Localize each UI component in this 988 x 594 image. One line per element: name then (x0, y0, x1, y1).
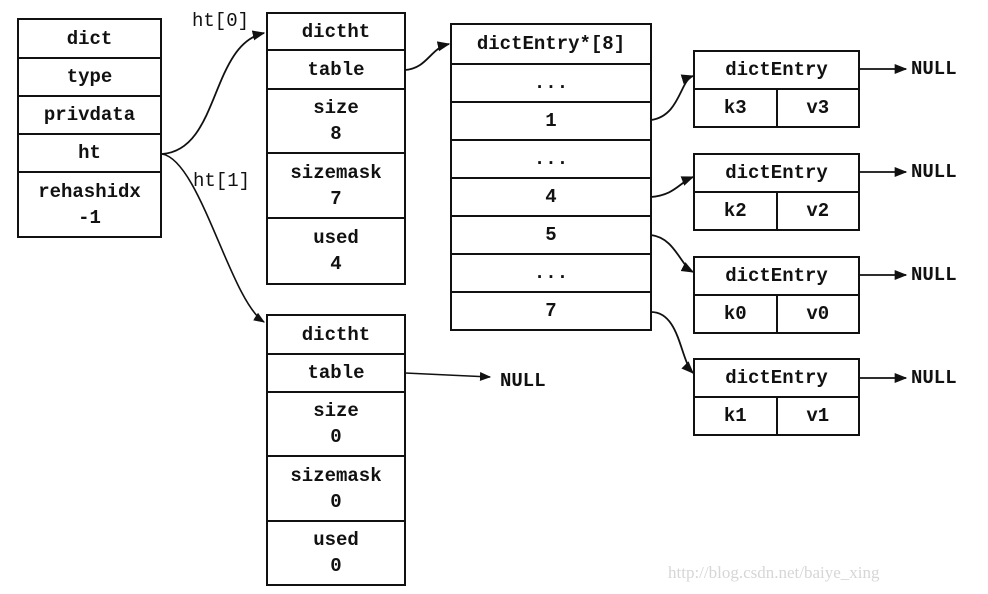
bucket-slot: 1 (452, 103, 650, 141)
ht0-dictht: dictht table size 8 sizemask 7 used 4 (266, 12, 406, 285)
entry-value: v3 (806, 97, 830, 119)
ht0-sizemask-label: sizemask (290, 161, 382, 184)
ht0-title: dictht (268, 14, 404, 51)
ht1-title: dictht (268, 316, 404, 355)
dict-field-rehashidx: rehashidx -1 (19, 173, 160, 236)
entry-value: v0 (806, 303, 830, 325)
entry-key: k3 (695, 90, 778, 126)
arrow-slot4 (650, 176, 695, 198)
dict-field-type: type (19, 59, 160, 97)
entry-key: k2 (695, 193, 778, 229)
ht1-table-null: NULL (500, 370, 546, 392)
entry-next-null: NULL (911, 161, 957, 183)
entry-key: k0 (695, 296, 778, 332)
entry-value: v2 (806, 200, 830, 222)
ht0-size-label: size (313, 97, 359, 119)
arrow-slot1 (650, 74, 695, 121)
ht0-sizemask: sizemask 7 (268, 154, 404, 219)
rehashidx-label: rehashidx (38, 180, 141, 203)
dict-entry-k2: dictEntry k2 v2 (693, 153, 860, 231)
ht0-sizemask-value: 7 (330, 187, 342, 210)
ht1-size: size 0 (268, 393, 404, 457)
entry-value: v1 (806, 405, 830, 427)
arrow-ht0-table (404, 41, 451, 71)
bucket-slot: 7 (545, 300, 557, 322)
dict-entry-k1: dictEntry k1 v1 (693, 358, 860, 436)
dict-entry-k3: dictEntry k3 v3 (693, 50, 860, 128)
bucket-slot: ... (452, 141, 650, 179)
ht1-sizemask-value: 0 (330, 490, 342, 513)
entry-next-null: NULL (911, 367, 957, 389)
dict-title: dict (19, 20, 160, 59)
bucket-slot: 5 (452, 217, 650, 255)
ht1-sizemask: sizemask 0 (268, 457, 404, 522)
ht1-used: used 0 (268, 522, 404, 584)
entry-next-null: NULL (911, 264, 957, 286)
bucket-array-title: dictEntry*[8] (452, 25, 650, 65)
entry-title: dictEntry (695, 52, 858, 90)
arrow-slot5 (650, 234, 695, 273)
entry-title: dictEntry (695, 258, 858, 296)
arrow-ht0 (161, 30, 266, 155)
dict-field-privdata: privdata (19, 97, 160, 135)
arrow-ht1-table-null (404, 372, 492, 382)
entry-title: dictEntry (695, 155, 858, 193)
bucket-slot: ... (452, 65, 650, 103)
entry-key: k1 (695, 398, 778, 434)
ht1-size-label: size (313, 400, 359, 422)
arrow-slot7 (650, 311, 694, 374)
entry-next-null: NULL (911, 58, 957, 80)
ht1-dictht: dictht table size 0 sizemask 0 used 0 (266, 314, 406, 586)
ht0-used-value: 4 (330, 253, 342, 275)
watermark: http://blog.csdn.net/baiye_xing (668, 563, 880, 582)
ht0-used: used 4 (268, 219, 404, 283)
ht0-size: size 8 (268, 90, 404, 154)
ht1-used-label: used (313, 529, 359, 551)
redis-dict-diagram: dict type privdata ht rehashidx -1 ht[0]… (0, 0, 988, 594)
ht0-used-label: used (313, 227, 359, 249)
ht1-used-value: 0 (330, 555, 342, 577)
ht0-label: ht[0] (192, 10, 250, 32)
entry-title: dictEntry (695, 360, 858, 398)
ht1-table: table (268, 355, 404, 393)
ht1-label: ht[1] (193, 170, 251, 192)
dict-struct: dict type privdata ht rehashidx -1 (17, 18, 162, 238)
bucket-slot: 4 (452, 179, 650, 217)
ht1-sizemask-label: sizemask (290, 464, 382, 487)
ht0-size-value: 8 (330, 123, 342, 145)
bucket-slot: ... (452, 255, 650, 293)
bucket-array: dictEntry*[8] ... 1 ... 4 5 ... 7 (450, 23, 652, 331)
dict-entry-k0: dictEntry k0 v0 (693, 256, 860, 334)
ht0-table: table (268, 51, 404, 90)
rehashidx-value: -1 (78, 206, 101, 229)
dict-field-ht: ht (19, 135, 160, 173)
ht1-size-value: 0 (330, 426, 342, 448)
